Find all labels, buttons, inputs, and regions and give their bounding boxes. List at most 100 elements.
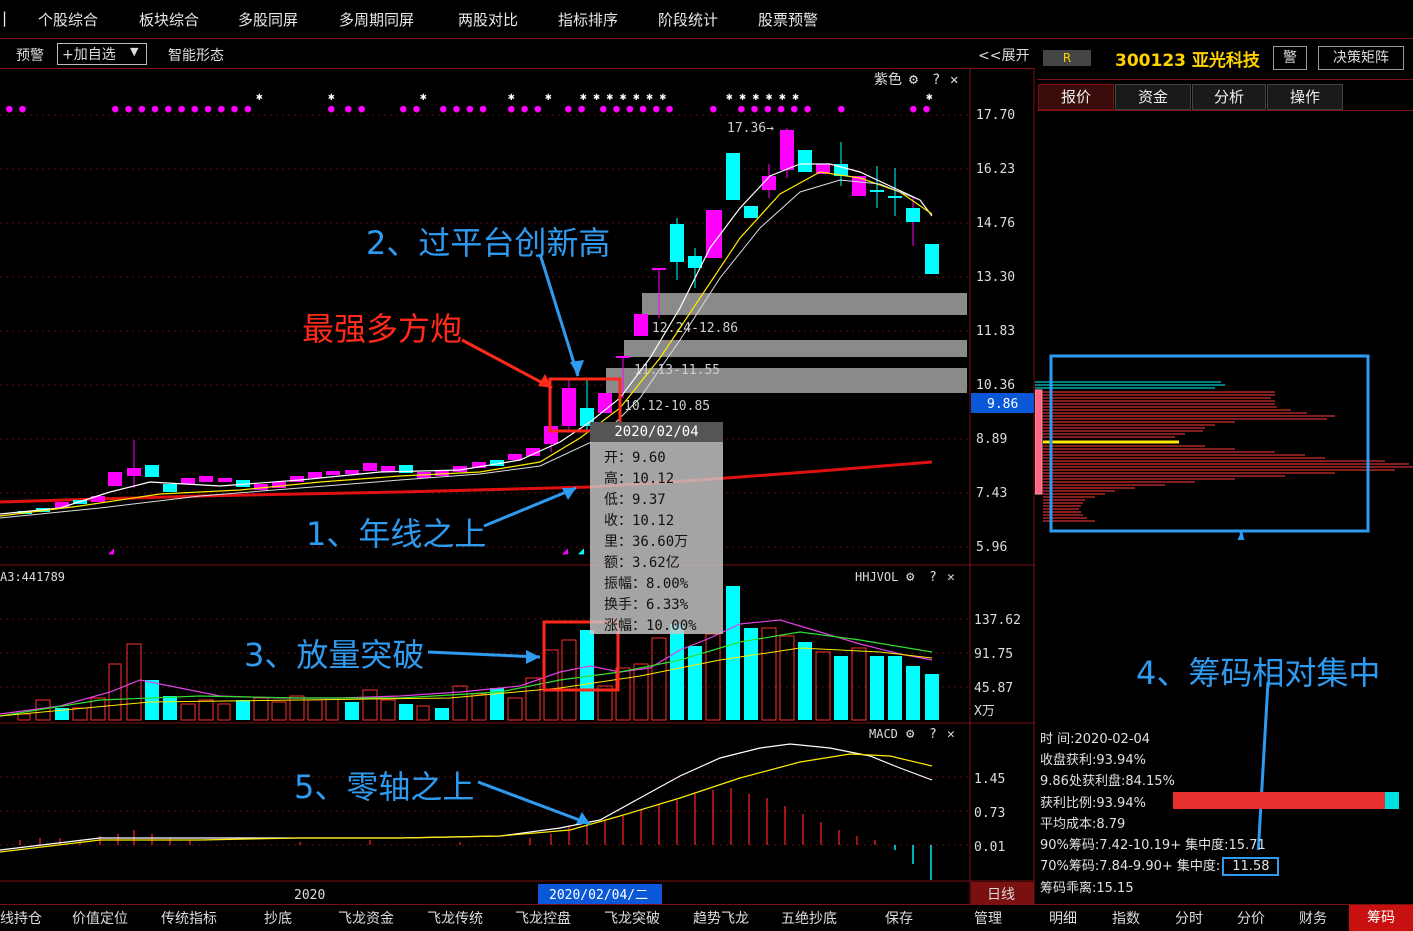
annotation-strongest-pattern: 最强多方炮 bbox=[302, 310, 463, 348]
menu-item-sector-overview[interactable]: 板块综合 bbox=[139, 9, 199, 30]
bottom-tab[interactable]: 飞龙突破 bbox=[604, 908, 660, 928]
volume-value-label: A3:441789 bbox=[0, 570, 65, 584]
volume-ma20-line bbox=[0, 647, 933, 717]
marker-icon: ◢ bbox=[108, 546, 114, 557]
bottom-right-tab[interactable]: 分价 bbox=[1237, 908, 1265, 928]
help-icon[interactable]: ? bbox=[929, 570, 937, 585]
tooltip-change: 涨幅：10.00% bbox=[604, 618, 697, 634]
help-icon[interactable]: ? bbox=[929, 727, 937, 742]
alarm-button[interactable]: 警 bbox=[1273, 46, 1307, 70]
bottom-tab[interactable]: 线持仓 bbox=[0, 908, 42, 928]
price-tick: 16.23 bbox=[976, 162, 1015, 177]
svg-text:● ●: ● ● bbox=[910, 102, 930, 115]
price-tick: 13.30 bbox=[976, 270, 1015, 285]
bottom-tab[interactable]: 飞龙传统 bbox=[427, 908, 483, 928]
bottom-tab[interactable]: 管理 bbox=[974, 908, 1002, 928]
help-icon[interactable]: ? bbox=[932, 72, 940, 88]
bottom-right-tab[interactable]: 明细 bbox=[1049, 908, 1077, 928]
arrow-line bbox=[483, 486, 577, 528]
price-tick: 14.76 bbox=[976, 216, 1015, 231]
arrow-line bbox=[461, 338, 553, 390]
bottom-tab[interactable]: 飞龙控盘 bbox=[515, 908, 571, 928]
color-scheme-label[interactable]: 紫色 bbox=[874, 71, 902, 88]
bottom-tab[interactable]: 传统指标 bbox=[161, 908, 217, 928]
menu-item-compare[interactable]: 两股对比 bbox=[458, 9, 518, 30]
candle-tooltip: 2020/02/04 开：9.60 高：10.12 低：9.37 收：10.12… bbox=[590, 422, 723, 634]
chip-profit-ratio: 获利比例:93.94% bbox=[1040, 796, 1146, 811]
tooltip-turnover: 换手：6.33% bbox=[604, 597, 689, 613]
bottom-right-tab[interactable]: 指数 bbox=[1112, 908, 1140, 928]
expand-button[interactable]: <<展开 bbox=[978, 45, 1029, 65]
tooltip-high: 高：10.12 bbox=[604, 471, 675, 487]
svg-text:✱: ✱ bbox=[545, 90, 552, 103]
bottom-tab[interactable]: 趋势飞龙 bbox=[693, 908, 749, 928]
alert-button[interactable]: 预警 bbox=[16, 45, 44, 65]
platform-zone bbox=[624, 340, 967, 357]
chart-canvas[interactable]: 17.70 16.23 14.76 13.30 11.83 10.36 8.89… bbox=[0, 68, 1035, 904]
svg-text:●: ● bbox=[838, 102, 845, 115]
macd-indicator-name[interactable]: MACD bbox=[869, 727, 898, 741]
chevron-down-icon[interactable]: ▼ bbox=[130, 45, 138, 58]
bottom-right-tab[interactable]: 分时 bbox=[1175, 908, 1203, 928]
tooltip-amount: 额：3.62亿 bbox=[604, 555, 680, 571]
menu-item-indicator-sort[interactable]: 指标排序 bbox=[558, 9, 618, 30]
arrow-head bbox=[570, 360, 584, 376]
bottom-right-tab-active[interactable]: 筹码 bbox=[1349, 905, 1413, 931]
chip-90: 90%筹码:7.42-10.19+ 集中度:15.71 bbox=[1040, 838, 1266, 853]
volume-indicator-name[interactable]: HHJVOL bbox=[855, 570, 898, 584]
chart-toolbar: 预警 +加自选 ▼ 智能形态 <<展开 bbox=[0, 40, 1035, 69]
tooltip-volume: 里：36.60万 bbox=[604, 534, 689, 550]
price-tick: 7.43 bbox=[976, 486, 1007, 501]
volume-unit: X万 bbox=[974, 704, 995, 719]
close-icon[interactable]: ✕ bbox=[950, 72, 958, 88]
arrow-line bbox=[477, 780, 591, 826]
volume-ma5-line bbox=[0, 619, 933, 715]
macd-tick: 0.73 bbox=[974, 806, 1005, 821]
gear-icon[interactable]: ⚙ bbox=[909, 70, 918, 88]
macd-tick: 1.45 bbox=[974, 772, 1005, 787]
bottom-tab[interactable]: 五绝抄底 bbox=[781, 908, 837, 928]
close-icon[interactable]: ✕ bbox=[947, 727, 955, 742]
right-panel-divider bbox=[1037, 79, 1413, 80]
top-menu-bar: | 个股综合 板块综合 多股同屏 多周期同屏 两股对比 指标排序 阶段统计 股票… bbox=[0, 0, 1413, 39]
chip-70-prefix: 70%筹码:7.84-9.90+ 集中度: bbox=[1040, 859, 1221, 874]
smart-pattern-button[interactable]: 智能形态 bbox=[168, 45, 224, 65]
svg-text:✱: ✱ bbox=[420, 90, 427, 103]
tab-quote[interactable]: 报价 bbox=[1038, 84, 1114, 110]
chip-profit-at-price: 9.86处获利盘:84.15% bbox=[1040, 774, 1175, 789]
bottom-tab[interactable]: 抄底 bbox=[264, 908, 292, 928]
bottom-tab[interactable]: 价值定位 bbox=[72, 908, 128, 928]
menu-item-multi-stock[interactable]: 多股同屏 bbox=[238, 9, 298, 30]
period-label[interactable]: 日线 bbox=[987, 887, 1015, 903]
bottom-tab[interactable]: 飞龙资金 bbox=[338, 908, 394, 928]
bottom-right-tab[interactable]: 财务 bbox=[1299, 908, 1327, 928]
price-tick: 10.36 bbox=[976, 378, 1015, 393]
profit-ratio-bar-tail bbox=[1385, 792, 1399, 809]
profit-ratio-bar bbox=[1173, 792, 1399, 809]
stock-badge: R bbox=[1043, 50, 1091, 66]
tooltip-low: 低：9.37 bbox=[604, 492, 666, 508]
menu-item-stage-stats[interactable]: 阶段统计 bbox=[658, 9, 718, 30]
svg-text:● ●: ● ● bbox=[400, 102, 420, 115]
decision-matrix-button[interactable]: 决策矩阵 bbox=[1318, 46, 1404, 70]
chip-avg-cost: 平均成本:8.79 bbox=[1040, 817, 1126, 832]
gear-icon[interactable]: ⚙ bbox=[906, 569, 915, 585]
gear-icon[interactable]: ⚙ bbox=[906, 726, 915, 742]
add-watchlist-button[interactable]: +加自选 ▼ bbox=[57, 43, 147, 65]
annotation-above-year-line: 1、年线之上 bbox=[306, 515, 487, 553]
tab-strip-line bbox=[1037, 110, 1413, 111]
tab-analysis[interactable]: 分析 bbox=[1192, 84, 1266, 110]
menu-item-stock-alert[interactable]: 股票预警 bbox=[758, 9, 818, 30]
bottom-tab[interactable]: 保存 bbox=[885, 908, 913, 928]
arrow-to-concentration bbox=[1256, 681, 1270, 850]
svg-text:● ● ● ●: ● ● ● ● bbox=[440, 102, 487, 115]
add-watchlist-label: +加自选 bbox=[62, 47, 116, 63]
menu-item-multi-period[interactable]: 多周期同屏 bbox=[339, 9, 414, 30]
svg-text:● ●: ● ● bbox=[345, 102, 365, 115]
annotation-above-zero-axis: 5、零轴之上 bbox=[294, 768, 475, 806]
tab-operation[interactable]: 操作 bbox=[1267, 84, 1343, 110]
svg-text:● ● ● ● ● ●: ● ● ● ● ● ● bbox=[738, 102, 811, 115]
tab-funds[interactable]: 资金 bbox=[1115, 84, 1191, 110]
close-icon[interactable]: ✕ bbox=[947, 570, 955, 585]
menu-item-stock-overview[interactable]: 个股综合 bbox=[38, 9, 98, 30]
